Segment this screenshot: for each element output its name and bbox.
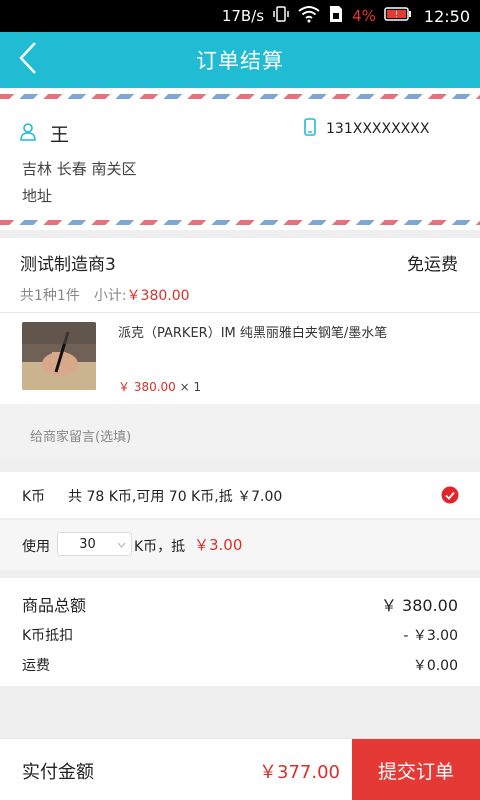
coin-deduction-row: K币抵扣 - ￥3.00	[22, 625, 458, 645]
product-name[interactable]: 派克（PARKER）IM 纯黑丽雅白夹钢笔/墨水笔	[118, 322, 387, 341]
shipping-fee-value: ￥0.00	[412, 658, 458, 674]
airmail-border-top	[0, 94, 480, 99]
goods-total-label: 商品总额	[22, 596, 87, 615]
product-price: ￥ 380.00	[118, 380, 176, 394]
phone-icon	[304, 118, 316, 140]
coin-info: 共 78 K币,可用 70 K币,抵 ￥7.00	[68, 489, 283, 505]
subtotal-value: ￥380.00	[126, 288, 190, 304]
totals-card: 商品总额 ￥ 380.00 K币抵扣 - ￥3.00 运费 ￥0.00	[0, 578, 480, 686]
svg-text:!: !	[395, 10, 398, 19]
goods-total-row: 商品总额 ￥ 380.00	[22, 592, 458, 616]
coin-use-label: 使用	[22, 539, 50, 555]
divider	[0, 312, 480, 313]
submit-order-button[interactable]: 提交订单	[352, 739, 480, 800]
payable-amount: ￥377.00	[259, 762, 340, 783]
address-detail: 地址	[22, 187, 53, 205]
payable-label: 实付金额	[22, 762, 94, 783]
coin-deduction-label: K币抵扣	[22, 628, 74, 644]
coin-deduction-value: - ￥3.00	[403, 628, 458, 644]
address-card[interactable]: 王 131XXXXXXXX 吉林 长春 南关区 地址	[0, 88, 480, 230]
shipping-fee-label: 运费	[22, 658, 50, 674]
recipient-phone: 131XXXXXXXX	[326, 121, 430, 137]
page-title: 订单结算	[196, 49, 284, 73]
goods-total-value: ￥ 380.00	[380, 596, 458, 615]
coin-card[interactable]: K币 共 78 K币,可用 70 K币,抵 ￥7.00	[0, 472, 480, 518]
shop-name: 测试制造商3	[20, 255, 116, 275]
bottom-bar: 实付金额 ￥377.00 提交订单	[0, 738, 480, 800]
product-image[interactable]	[22, 322, 96, 390]
merchant-message-input[interactable]	[22, 418, 459, 456]
coin-use-row: 使用 30 K币，抵 ￥3.00	[0, 520, 480, 570]
coin-deduct-value: ￥3.00	[194, 536, 243, 554]
coin-amount-value: 30	[79, 536, 96, 552]
shipping-fee-row: 运费 ￥0.00	[22, 655, 458, 675]
product-quantity: × 1	[179, 380, 202, 394]
subtotal-label: 小计:	[93, 288, 127, 304]
chevron-left-icon	[18, 41, 38, 79]
coin-label: K币	[22, 489, 46, 505]
sim-card-icon	[328, 5, 344, 27]
battery-low-icon: !	[384, 6, 412, 26]
battery-percent: 4%	[352, 7, 376, 25]
vibrate-icon	[272, 5, 290, 27]
chevron-down-icon	[117, 539, 126, 554]
clock: 12:50	[423, 6, 470, 26]
back-button[interactable]	[18, 42, 48, 78]
shop-order-card: 测试制造商3 免运费 共1种1件 小计:￥380.00 派克（PARKER）IM…	[0, 238, 480, 404]
address-region: 吉林 长春 南关区	[22, 160, 137, 178]
title-bar: 订单结算	[0, 32, 480, 88]
coin-amount-select[interactable]: 30	[57, 532, 132, 556]
network-speed: 17B/s	[221, 7, 265, 25]
message-area	[0, 404, 480, 458]
product-price-row: ￥ 380.00 × 1	[118, 378, 201, 395]
wifi-icon	[298, 5, 320, 27]
shipping-status: 免运费	[407, 255, 458, 275]
check-circle-icon[interactable]	[441, 486, 459, 504]
user-icon	[20, 122, 36, 145]
item-count: 共1种1件	[20, 288, 80, 304]
shop-summary: 共1种1件 小计:￥380.00	[20, 285, 190, 305]
airmail-border-bottom	[0, 220, 480, 225]
coin-unit-text: K币，抵	[134, 539, 186, 555]
recipient-name: 王	[50, 124, 70, 146]
status-bar: 17B/s 4% ! 12:50	[0, 0, 480, 32]
